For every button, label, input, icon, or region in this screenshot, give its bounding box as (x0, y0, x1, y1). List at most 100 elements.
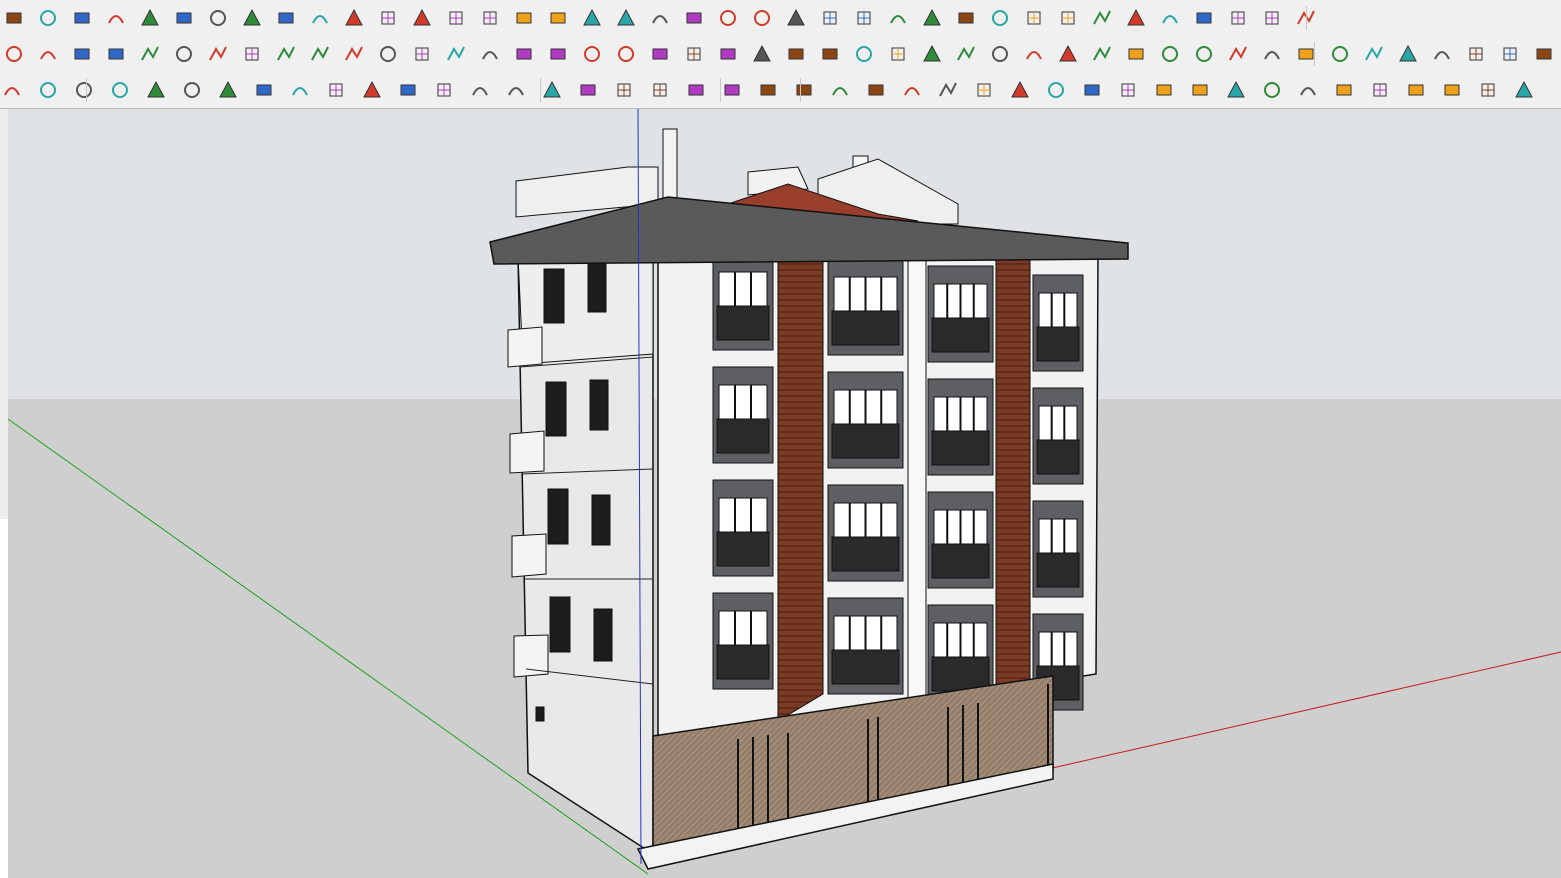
mesh-icon[interactable] (1368, 78, 1392, 102)
plane-red-icon[interactable] (138, 42, 162, 66)
rotate-icon[interactable] (138, 6, 162, 30)
grid-icon[interactable] (546, 6, 570, 30)
follow-me-icon[interactable] (206, 6, 230, 30)
pencil-icon[interactable] (1328, 42, 1352, 66)
hook-icon[interactable] (682, 42, 706, 66)
scale-icon[interactable] (852, 6, 876, 30)
cube-multi-icon[interactable] (988, 42, 1012, 66)
roof-icon[interactable] (478, 6, 502, 30)
undo-red-icon[interactable] (852, 42, 876, 66)
solid-icon[interactable] (1464, 42, 1488, 66)
spiral-icon[interactable] (750, 42, 774, 66)
scissors-icon[interactable] (104, 6, 128, 30)
shape-blue-icon[interactable] (1498, 42, 1522, 66)
tile-yellow-icon[interactable] (1158, 42, 1182, 66)
bezier-icon[interactable] (108, 78, 132, 102)
panel-x-icon[interactable] (1332, 78, 1356, 102)
fan-icon[interactable] (1192, 6, 1216, 30)
s-curve-icon[interactable] (252, 78, 276, 102)
polyline-icon[interactable] (36, 6, 60, 30)
rectangle-icon[interactable] (324, 78, 348, 102)
wave-icon[interactable] (216, 78, 240, 102)
zigzag-red-icon[interactable] (180, 78, 204, 102)
grid-pack-icon[interactable] (1056, 42, 1080, 66)
tag-icon[interactable] (2, 42, 26, 66)
bell-icon[interactable] (988, 6, 1012, 30)
hatch-icon[interactable] (1056, 6, 1080, 30)
stack-icon[interactable] (1090, 6, 1114, 30)
component-icon[interactable] (954, 42, 978, 66)
cross-red-icon[interactable] (478, 42, 502, 66)
circle-icon[interactable] (360, 78, 384, 102)
badge-icon[interactable] (1022, 42, 1046, 66)
branch-icon[interactable] (818, 6, 842, 30)
rotate-orange-icon[interactable] (206, 42, 230, 66)
mirror-icon[interactable] (682, 6, 706, 30)
panel-icon[interactable] (1090, 42, 1114, 66)
arrow-curve-icon[interactable] (1532, 42, 1556, 66)
arc-red-icon[interactable] (540, 78, 564, 102)
window-grid-icon[interactable] (1188, 78, 1212, 102)
plane-gray-icon[interactable] (172, 42, 196, 66)
zigzag-icon[interactable] (144, 78, 168, 102)
panel-blue2-icon[interactable] (1296, 78, 1320, 102)
hand-icon[interactable] (614, 6, 638, 30)
sweep-icon[interactable] (1396, 42, 1420, 66)
arc-icon[interactable] (396, 78, 420, 102)
layer-green-icon[interactable] (756, 78, 780, 102)
flag-icon[interactable] (308, 42, 332, 66)
fence-icon[interactable] (1260, 6, 1284, 30)
line-icon[interactable] (410, 6, 434, 30)
freehand-icon[interactable] (2, 6, 26, 30)
wrench-icon[interactable] (648, 78, 672, 102)
stairs-icon[interactable] (716, 6, 740, 30)
tile-orange-icon[interactable] (1124, 42, 1148, 66)
hook-curve-icon[interactable] (468, 78, 492, 102)
sphere-icon[interactable] (274, 6, 298, 30)
cone-green-icon[interactable] (580, 42, 604, 66)
box-brown-icon[interactable] (342, 42, 366, 66)
wedge-icon[interactable] (1430, 42, 1454, 66)
dash-add-icon[interactable] (1080, 78, 1104, 102)
brick-icon[interactable] (1404, 78, 1428, 102)
cut-face-icon[interactable] (308, 6, 332, 30)
move-blue-icon[interactable] (784, 42, 808, 66)
array-icon[interactable] (580, 6, 604, 30)
panel-blue-icon[interactable] (1260, 78, 1284, 102)
lines-icon[interactable] (784, 6, 808, 30)
arc-bracket-icon[interactable] (0, 78, 24, 102)
dash-icon[interactable] (1044, 78, 1068, 102)
tile-check-icon[interactable] (1192, 42, 1216, 66)
scene-canvas[interactable] (8, 109, 1561, 878)
line-green-icon[interactable] (576, 78, 600, 102)
ribbon-icon[interactable] (1226, 6, 1250, 30)
align-remove-icon[interactable] (1008, 78, 1032, 102)
plane-green-icon[interactable] (104, 42, 128, 66)
cross-blue-icon[interactable] (546, 42, 570, 66)
chamfer-icon[interactable] (376, 6, 400, 30)
spline-icon[interactable] (432, 78, 456, 102)
polyline-red-icon[interactable] (444, 42, 468, 66)
polygon-icon[interactable] (612, 78, 636, 102)
checker-icon[interactable] (1476, 78, 1500, 102)
scale-down-icon[interactable] (900, 78, 924, 102)
frame-icon[interactable] (274, 42, 298, 66)
star-green-icon[interactable] (792, 78, 816, 102)
user-pin-icon[interactable] (36, 78, 60, 102)
arc-small-icon[interactable] (504, 78, 528, 102)
face-icon[interactable] (648, 6, 672, 30)
cross-green-icon[interactable] (512, 42, 536, 66)
box-icon[interactable] (240, 6, 264, 30)
copy-icon[interactable] (1512, 78, 1536, 102)
warning-icon[interactable] (648, 42, 672, 66)
scale-up-icon[interactable] (864, 78, 888, 102)
window-cross-icon[interactable] (1152, 78, 1176, 102)
plane-yellow-icon[interactable] (70, 42, 94, 66)
columns-icon[interactable] (1124, 6, 1148, 30)
cup-icon[interactable] (886, 6, 910, 30)
cube-green-icon[interactable] (886, 42, 910, 66)
terrain-icon[interactable] (920, 6, 944, 30)
sector-icon[interactable] (720, 78, 744, 102)
align-add-icon[interactable] (972, 78, 996, 102)
fillet-icon[interactable] (342, 6, 366, 30)
